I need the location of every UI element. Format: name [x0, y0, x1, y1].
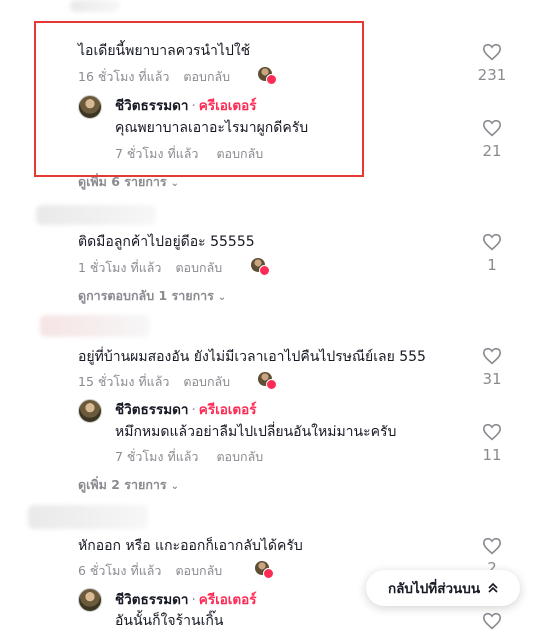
back-to-top-label: กลับไปที่ส่วนบน — [387, 581, 481, 597]
like-count: 31 — [482, 370, 502, 388]
heart-outline-icon[interactable] — [482, 43, 502, 61]
heart-outline-icon[interactable] — [482, 537, 502, 555]
comment-text: อยู่ที่บ้านผมสองอัน ยังไม่มีเวลาเอาไปคืน… — [78, 349, 426, 365]
creator-avatar[interactable] — [78, 399, 102, 423]
reply-text: หมึกหมดแล้วอย่าลืมไปเปลี่ยนอันใหม่มานะคร… — [115, 424, 397, 440]
heart-outline-icon[interactable] — [482, 233, 502, 251]
creator-name-line: ชีวิตธรรมดา · ครีเอเตอร์ — [115, 398, 257, 420]
double-chevron-up-icon — [488, 582, 498, 593]
commenter-avatar-blurred[interactable] — [28, 505, 148, 529]
commenter-avatar-blurred[interactable] — [70, 0, 120, 12]
comment-time: 15 ชั่วโมง ที่แล้ว — [78, 374, 170, 389]
view-replies-label: ดูการตอบกลับ 1 รายการ — [78, 288, 214, 303]
creator-badge: ครีเอเตอร์ — [198, 402, 257, 418]
chevron-down-icon: ⌄ — [170, 178, 180, 189]
reply-button[interactable]: ตอบกลับ — [183, 374, 230, 389]
creator-heart-icon — [263, 568, 274, 579]
reply-button[interactable]: ตอบกลับ — [216, 449, 263, 464]
separator-dot: · — [191, 402, 196, 418]
heart-outline-icon[interactable] — [482, 119, 502, 137]
creator-badge: ครีเอเตอร์ — [198, 592, 257, 608]
commenter-avatar-blurred[interactable] — [40, 315, 150, 337]
reply-button[interactable]: ตอบกลับ — [175, 563, 222, 578]
comment-meta: 1 ชั่วโมง ที่แล้ว ตอบกลับ — [78, 258, 222, 278]
separator-dot: · — [191, 592, 196, 608]
back-to-top-button[interactable]: กลับไปที่ส่วนบน — [366, 570, 520, 606]
commenter-avatar-blurred[interactable] — [36, 205, 156, 225]
heart-outline-icon[interactable] — [482, 423, 502, 441]
like-count: 11 — [482, 446, 502, 464]
view-more-replies[interactable]: ดูเพิ่ม 2 รายการ ⌄ — [78, 475, 179, 495]
heart-outline-icon[interactable] — [482, 612, 502, 630]
creator-avatar[interactable] — [78, 588, 102, 612]
heart-outline-icon[interactable] — [482, 347, 502, 365]
view-more-label: ดูเพิ่ม 2 รายการ — [78, 477, 167, 492]
comment-time: 1 ชั่วโมง ที่แล้ว — [78, 260, 162, 275]
reply-time: 7 ชั่วโมง ที่แล้ว — [115, 449, 199, 464]
view-replies[interactable]: ดูการตอบกลับ 1 รายการ ⌄ — [78, 286, 226, 306]
like-count: 21 — [482, 142, 502, 160]
comment-text: หักออก หรือ แกะออกก็เอากลับได้ครับ — [78, 538, 303, 554]
comment-meta: 6 ชั่วโมง ที่แล้ว ตอบกลับ — [78, 561, 222, 581]
chevron-down-icon: ⌄ — [217, 292, 227, 303]
like-count: 1 — [487, 256, 497, 274]
reply-button[interactable]: ตอบกลับ — [175, 260, 222, 275]
comment-time: 6 ชั่วโมง ที่แล้ว — [78, 563, 162, 578]
comment-text: ติดมือลูกค้าไปอยู่ดีอะ 55555 — [78, 234, 255, 250]
like-count: 231 — [477, 66, 507, 84]
creator-heart-icon — [259, 265, 270, 276]
creator-name[interactable]: ชีวิตธรรมดา — [115, 402, 189, 418]
reply-text: อันนั้นก็ใจร้านเกิ๊น — [115, 613, 224, 629]
creator-name[interactable]: ชีวิตธรรมดา — [115, 592, 189, 608]
chevron-down-icon: ⌄ — [170, 481, 180, 492]
creator-name-line: ชีวิตธรรมดา · ครีเอเตอร์ — [115, 588, 257, 610]
comment-meta: 15 ชั่วโมง ที่แล้ว ตอบกลับ — [78, 372, 230, 392]
reply-meta: 7 ชั่วโมง ที่แล้ว ตอบกลับ — [115, 447, 263, 467]
highlight-box — [34, 21, 364, 177]
creator-heart-icon — [266, 379, 277, 390]
